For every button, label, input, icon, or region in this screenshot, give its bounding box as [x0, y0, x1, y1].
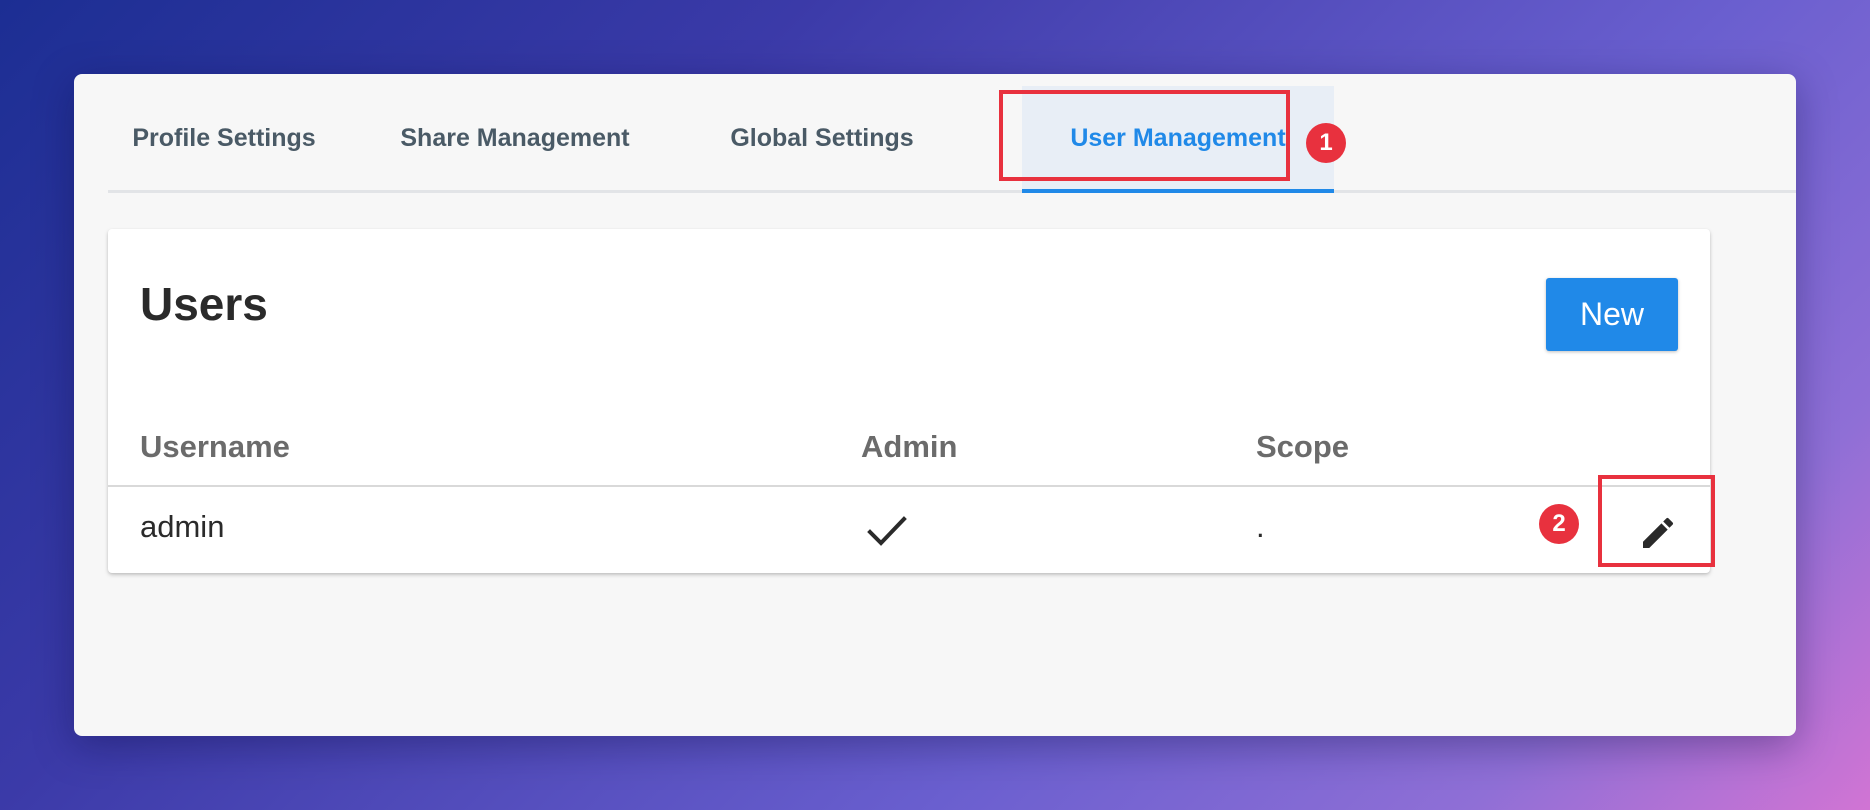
settings-window: Profile Settings Share Management Global… — [74, 74, 1796, 736]
cell-scope: . — [1256, 509, 1265, 544]
cell-username: admin — [140, 509, 225, 544]
check-icon — [867, 516, 907, 546]
step-badge-2: 2 — [1539, 504, 1579, 544]
table-header-divider — [108, 485, 1710, 487]
tab-share-management[interactable]: Share Management — [370, 86, 660, 190]
column-header-username: Username — [140, 429, 290, 464]
step-badge-1: 1 — [1306, 123, 1346, 163]
tab-user-management[interactable]: User Management — [1022, 86, 1334, 193]
settings-tab-bar: Profile Settings Share Management Global… — [108, 86, 1796, 193]
users-card: Users New Username Admin Scope admin . — [108, 229, 1710, 573]
edit-icon[interactable] — [1638, 513, 1678, 553]
column-header-scope: Scope — [1256, 429, 1350, 464]
new-user-button[interactable]: New — [1546, 278, 1678, 351]
column-header-admin: Admin — [861, 429, 958, 464]
tab-profile-settings[interactable]: Profile Settings — [108, 86, 340, 190]
tab-global-settings[interactable]: Global Settings — [696, 86, 948, 190]
users-title: Users — [140, 278, 268, 330]
